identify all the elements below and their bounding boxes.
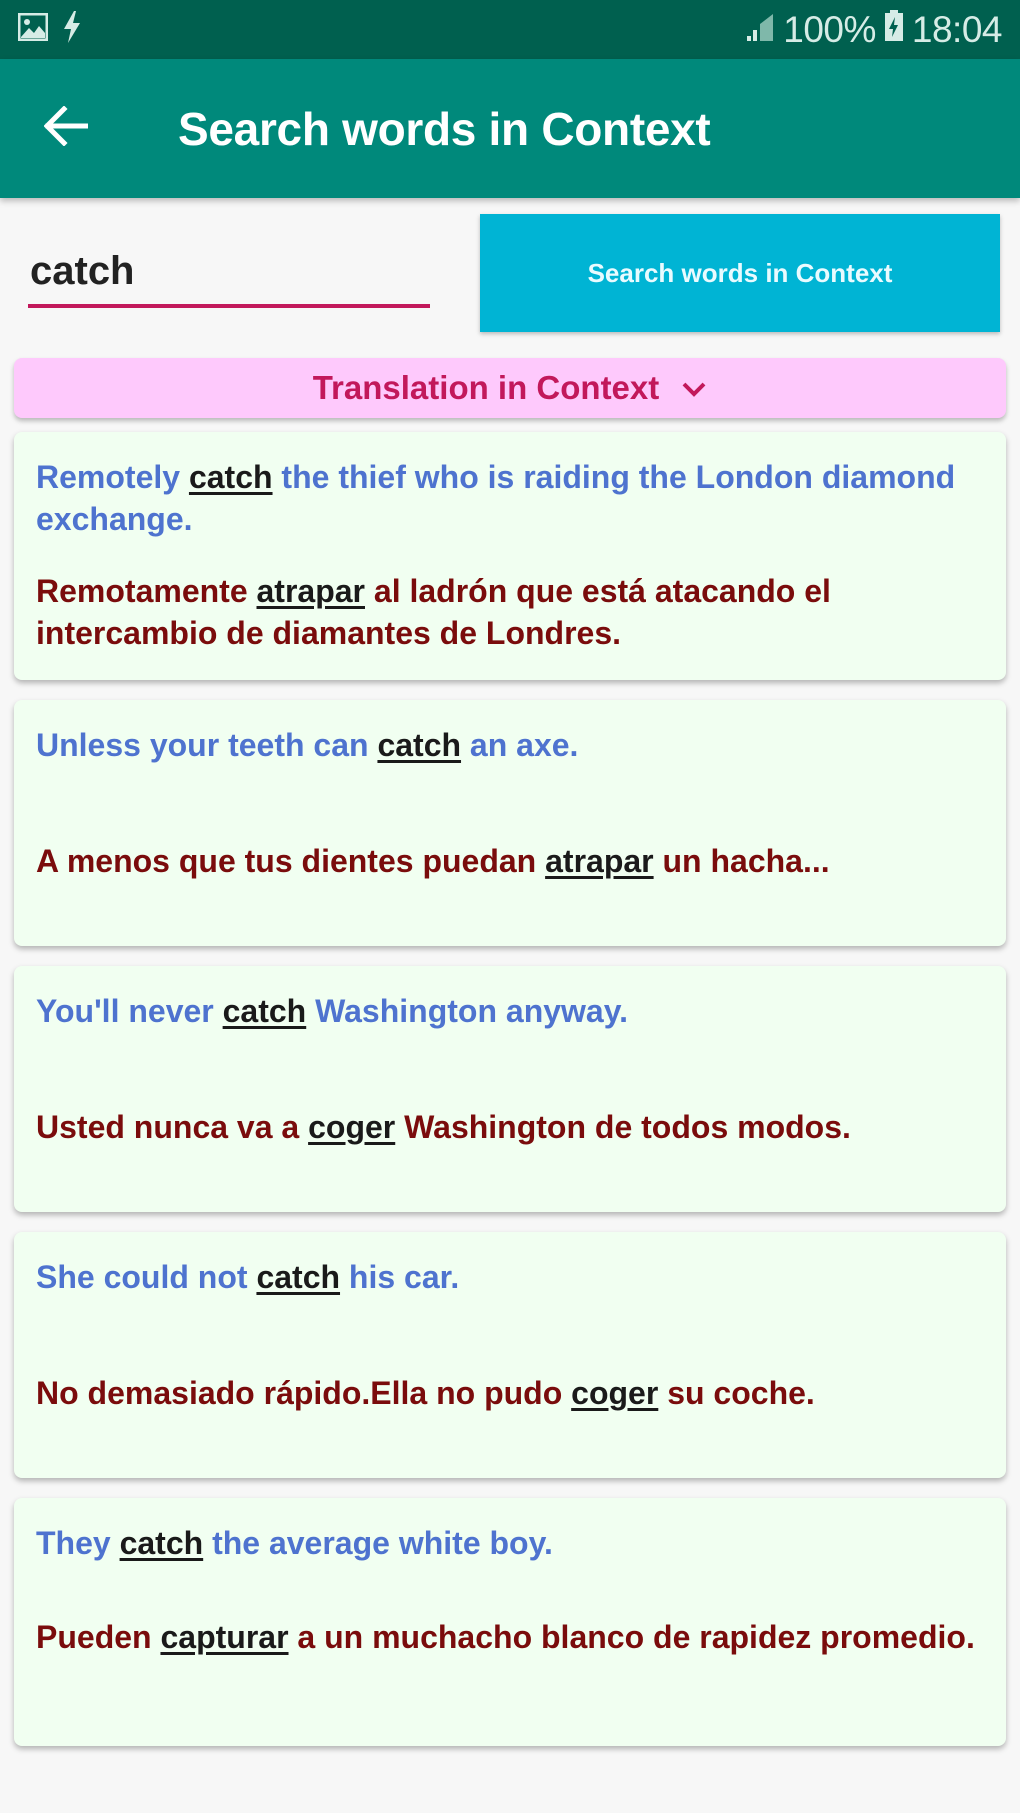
search-row: Search words in Context [0,198,1020,358]
keyword: catch [377,727,462,763]
chevron-down-icon [681,369,707,407]
english-sentence: Remotely catch the thief who is raiding … [36,459,956,537]
spanish-sentence: Remotamente atrapar al ladrón que está a… [36,573,831,651]
keyword-translation: coger [308,1109,396,1145]
back-button[interactable] [0,59,136,198]
keyword-translation: coger [571,1375,659,1411]
result-card[interactable]: Unless your teeth can catch an axe. A me… [14,700,1006,946]
spanish-sentence: Pueden capturar a un muchacho blanco de … [36,1619,975,1655]
keyword: catch [256,1259,341,1295]
search-field[interactable] [28,238,430,308]
spanish-sentence: No demasiado rápido.Ella no pudo coger s… [36,1375,815,1411]
result-card[interactable]: She could not catch his car. No demasiad… [14,1232,1006,1478]
search-button[interactable]: Search words in Context [480,214,1000,332]
battery-charging-icon [884,9,904,51]
english-sentence: She could not catch his car. [36,1259,460,1295]
result-card[interactable]: Remotely catch the thief who is raiding … [14,432,1006,680]
keyword: catch [188,459,273,495]
search-input[interactable] [28,238,430,304]
english-sentence: You'll never catch Washington anyway. [36,993,629,1029]
clock: 18:04 [911,8,1003,50]
result-card[interactable]: You'll never catch Washington anyway. Us… [14,966,1006,1212]
result-card[interactable]: They catch the average white boy. Pueden… [14,1498,1006,1746]
keyword-translation: atrapar [545,843,654,879]
battery-percent: 100% [783,8,876,50]
english-sentence: Unless your teeth can catch an axe. [36,727,579,763]
results-list: Remotely catch the thief who is raiding … [0,418,1020,1746]
status-bar: 100% 18:04 [0,0,1020,59]
keyword-translation: capturar [160,1619,289,1655]
signal-bars-icon [745,9,775,51]
translation-toggle-label: Translation in Context [312,369,660,406]
arrow-back-icon [43,105,89,151]
keyword: catch [119,1525,204,1561]
app-bar: Search words in Context [0,59,1020,198]
image-notification-icon [17,12,49,46]
spanish-sentence: Usted nunca va a coger Washington de tod… [36,1109,851,1145]
flash-icon [62,11,82,48]
spanish-sentence: A menos que tus dientes puedan atrapar u… [36,843,830,879]
translation-in-context-toggle[interactable]: Translation in Context [14,358,1006,418]
keyword: catch [222,993,307,1029]
keyword-translation: atrapar [256,573,366,609]
english-sentence: They catch the average white boy. [36,1525,553,1561]
page-title: Search words in Context [178,102,711,155]
